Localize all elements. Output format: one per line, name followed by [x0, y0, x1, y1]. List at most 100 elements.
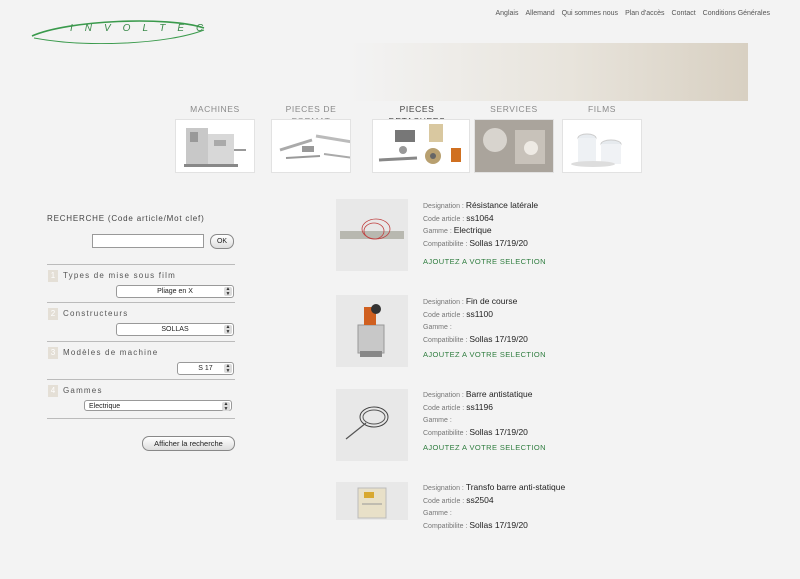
- code-label: Code article :: [423, 215, 465, 223]
- services-thumbnail[interactable]: [474, 119, 554, 173]
- pieces-detachees-thumbnail[interactable]: [372, 119, 470, 173]
- category-machines[interactable]: MACHINES: [170, 103, 260, 173]
- category-label: FILMS: [587, 104, 617, 114]
- product-image[interactable]: [336, 295, 408, 367]
- constructeurs-select[interactable]: SOLLAS ▲ ▼: [116, 323, 234, 336]
- gamme-label: Gamme :: [423, 324, 452, 331]
- product-compat: Sollas 17/19/20: [469, 237, 528, 248]
- select-arrows-icon: ▲ ▼: [222, 401, 230, 412]
- film-rolls-image: [571, 133, 622, 167]
- add-to-selection-link[interactable]: AJOUTEZ A VOTRE SELECTION: [423, 350, 546, 359]
- compat-label: Compatibilite :: [423, 429, 468, 437]
- category-label: SERVICES: [490, 104, 538, 114]
- product-info: Designation : Fin de course Code article…: [423, 296, 528, 346]
- select-value: SOLLAS: [161, 326, 189, 333]
- machines-thumbnail[interactable]: [175, 119, 255, 173]
- search-input[interactable]: [92, 234, 204, 248]
- top-navigation: Anglais Allemand Qui sommes nous Plan d'…: [495, 10, 770, 17]
- product-info: Designation : Transfo barre anti-statiqu…: [423, 482, 565, 532]
- divider: [47, 341, 235, 342]
- search-title: RECHERCHE (Code article/Mot clef): [47, 214, 205, 223]
- filter-label-types: Types de mise sous film: [63, 271, 176, 280]
- nav-plan-acces[interactable]: Plan d'accès: [625, 10, 664, 17]
- gamme-label: Gamme :: [423, 228, 452, 235]
- filter-label-gammes: Gammes: [63, 386, 103, 395]
- divider: [47, 418, 235, 419]
- filter-number: 4: [48, 385, 58, 397]
- divider: [47, 379, 235, 380]
- nav-conditions-generales[interactable]: Conditions Générales: [703, 10, 770, 17]
- nav-allemand[interactable]: Allemand: [525, 10, 554, 17]
- limit-switch-image: [357, 304, 385, 357]
- category-label: PIECES DETACHEES: [389, 104, 445, 126]
- code-label: Code article :: [423, 404, 465, 412]
- category-pieces-detachees[interactable]: PIECES DETACHEES: [372, 103, 470, 173]
- show-results-button[interactable]: Afficher la recherche: [142, 436, 235, 451]
- product-compat: Sollas 17/19/20: [469, 333, 528, 344]
- antistatic-bar-image: [345, 406, 389, 440]
- category-pieces-de-format[interactable]: PIECES DE FORMAT: [266, 103, 356, 173]
- product-info: Designation : Barre antistatique Code ar…: [423, 389, 532, 439]
- code-label: Code article :: [423, 497, 465, 505]
- select-value: Electrique: [89, 403, 121, 410]
- filter-label-constructeurs: Constructeurs: [63, 309, 129, 318]
- designation-label: Designation :: [423, 299, 464, 306]
- nav-anglais[interactable]: Anglais: [495, 10, 518, 17]
- select-value: Pliage en X: [157, 288, 193, 295]
- logo-text: INVOLTEC: [70, 23, 216, 34]
- category-services[interactable]: SERVICES: [469, 103, 559, 173]
- compat-label: Compatibilite :: [423, 240, 468, 248]
- product-code: ss1100: [466, 308, 493, 319]
- filter-number: 3: [48, 347, 58, 359]
- product-image[interactable]: [336, 482, 408, 520]
- select-arrows-icon: ▲ ▼: [224, 286, 232, 297]
- films-thumbnail[interactable]: [562, 119, 642, 173]
- spare-parts-image: [378, 124, 461, 164]
- gamme-label: Gamme :: [423, 510, 452, 517]
- select-value: S 17: [198, 365, 213, 372]
- designation-label: Designation :: [423, 392, 464, 399]
- services-image: [475, 120, 553, 172]
- product-image[interactable]: [336, 389, 408, 461]
- product-compat: Sollas 17/19/20: [469, 519, 528, 530]
- compat-label: Compatibilite :: [423, 522, 468, 530]
- select-arrows-icon: ▲ ▼: [224, 363, 232, 374]
- product-code: ss2504: [466, 494, 494, 505]
- nav-contact[interactable]: Contact: [672, 10, 696, 17]
- category-label: PIECES DE FORMAT: [285, 104, 337, 126]
- product-designation: Résistance latérale: [465, 200, 539, 210]
- divider: [47, 302, 235, 303]
- filter-number: 2: [48, 308, 58, 320]
- ok-button[interactable]: OK: [210, 234, 234, 249]
- filter-number: 1: [48, 270, 58, 282]
- product-code: ss1064: [466, 212, 494, 223]
- select-arrows-icon: ▲ ▼: [224, 324, 232, 335]
- product-image[interactable]: [336, 199, 408, 271]
- types-select[interactable]: Pliage en X ▲ ▼: [116, 285, 234, 298]
- transformer-image: [357, 487, 387, 519]
- gammes-select[interactable]: Electrique ▲ ▼: [84, 400, 232, 411]
- compat-label: Compatibilite :: [423, 336, 468, 344]
- product-designation: Fin de course: [465, 296, 518, 306]
- gamme-label: Gamme :: [423, 417, 452, 424]
- logo[interactable]: INVOLTEC: [28, 18, 208, 44]
- divider: [47, 264, 235, 265]
- designation-label: Designation :: [423, 485, 464, 492]
- category-films[interactable]: FILMS: [557, 103, 647, 173]
- add-to-selection-link[interactable]: AJOUTEZ A VOTRE SELECTION: [423, 443, 546, 452]
- product-designation: Transfo barre anti-statique: [465, 482, 566, 492]
- category-label: MACHINES: [190, 104, 240, 114]
- parts-image: [279, 134, 350, 159]
- pieces-format-thumbnail[interactable]: [271, 119, 351, 173]
- modeles-select[interactable]: S 17 ▲ ▼: [177, 362, 234, 375]
- product-code: ss1196: [466, 401, 493, 412]
- product-gamme: Electrique: [453, 225, 492, 235]
- product-designation: Barre antistatique: [465, 389, 533, 399]
- code-label: Code article :: [423, 311, 465, 319]
- resistance-image: [340, 218, 404, 240]
- nav-qui-sommes-nous[interactable]: Qui sommes nous: [562, 10, 618, 17]
- add-to-selection-link[interactable]: AJOUTEZ A VOTRE SELECTION: [423, 257, 546, 266]
- machine-image: [184, 128, 246, 167]
- product-info: Designation : Résistance latérale Code a…: [423, 200, 538, 250]
- designation-label: Designation :: [423, 203, 464, 210]
